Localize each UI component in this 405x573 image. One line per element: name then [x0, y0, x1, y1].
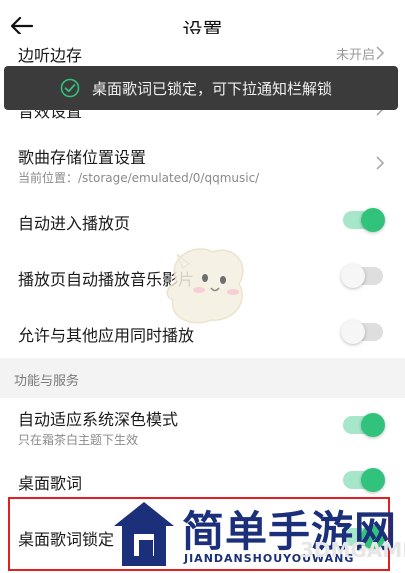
setting-row-desktop-lyrics: 桌面歌词 — [0, 460, 405, 500]
chevron-right-icon — [376, 156, 385, 170]
toggle-knob — [341, 320, 365, 344]
section-title: 功能与服务 — [14, 374, 80, 389]
watermark-brand: 3DMGAME — [300, 538, 405, 562]
setting-row-listen-save[interactable]: 边听边存 未开启 — [0, 34, 405, 68]
setting-label: 自动适应系统深色模式 — [18, 410, 179, 429]
chevron-right-icon — [376, 46, 385, 60]
auto-enter-player-toggle[interactable] — [343, 208, 385, 232]
section-header: 功能与服务 — [0, 358, 405, 398]
setting-row-auto-enter-player: 自动进入播放页 — [0, 198, 405, 242]
setting-label: 歌曲存储位置设置 — [18, 148, 147, 167]
simultaneous-play-toggle[interactable] — [341, 320, 383, 344]
setting-label: 边听边存 — [18, 46, 83, 65]
dark-mode-toggle[interactable] — [343, 413, 385, 437]
setting-sublabel: 只在霜茶白主题下生效 — [18, 433, 139, 447]
toggle-knob — [361, 413, 385, 437]
setting-row-dark-mode: 自动适应系统深色模式 只在霜茶白主题下生效 — [0, 400, 405, 456]
mascot-watermark-icon — [166, 248, 244, 324]
toast-message: 桌面歌词已锁定，可下拉通知栏解锁 — [92, 80, 333, 98]
auto-play-video-toggle[interactable] — [341, 264, 383, 288]
setting-sublabel: 当前位置：/storage/emulated/0/qqmusic/ — [18, 171, 260, 185]
house-logo-icon — [114, 502, 174, 566]
toggle-knob — [361, 468, 385, 492]
setting-value: 未开启 — [335, 48, 375, 63]
toggle-knob — [361, 208, 385, 232]
toast-notification: 桌面歌词已锁定，可下拉通知栏解锁 — [4, 66, 398, 110]
toggle-knob — [341, 264, 365, 288]
setting-row-storage[interactable]: 歌曲存储位置设置 当前位置：/storage/emulated/0/qqmusi… — [0, 136, 405, 192]
setting-label: 自动进入播放页 — [18, 214, 131, 233]
check-circle-icon — [60, 78, 80, 98]
setting-label: 桌面歌词 — [18, 474, 83, 493]
desktop-lyrics-toggle[interactable] — [343, 468, 385, 492]
